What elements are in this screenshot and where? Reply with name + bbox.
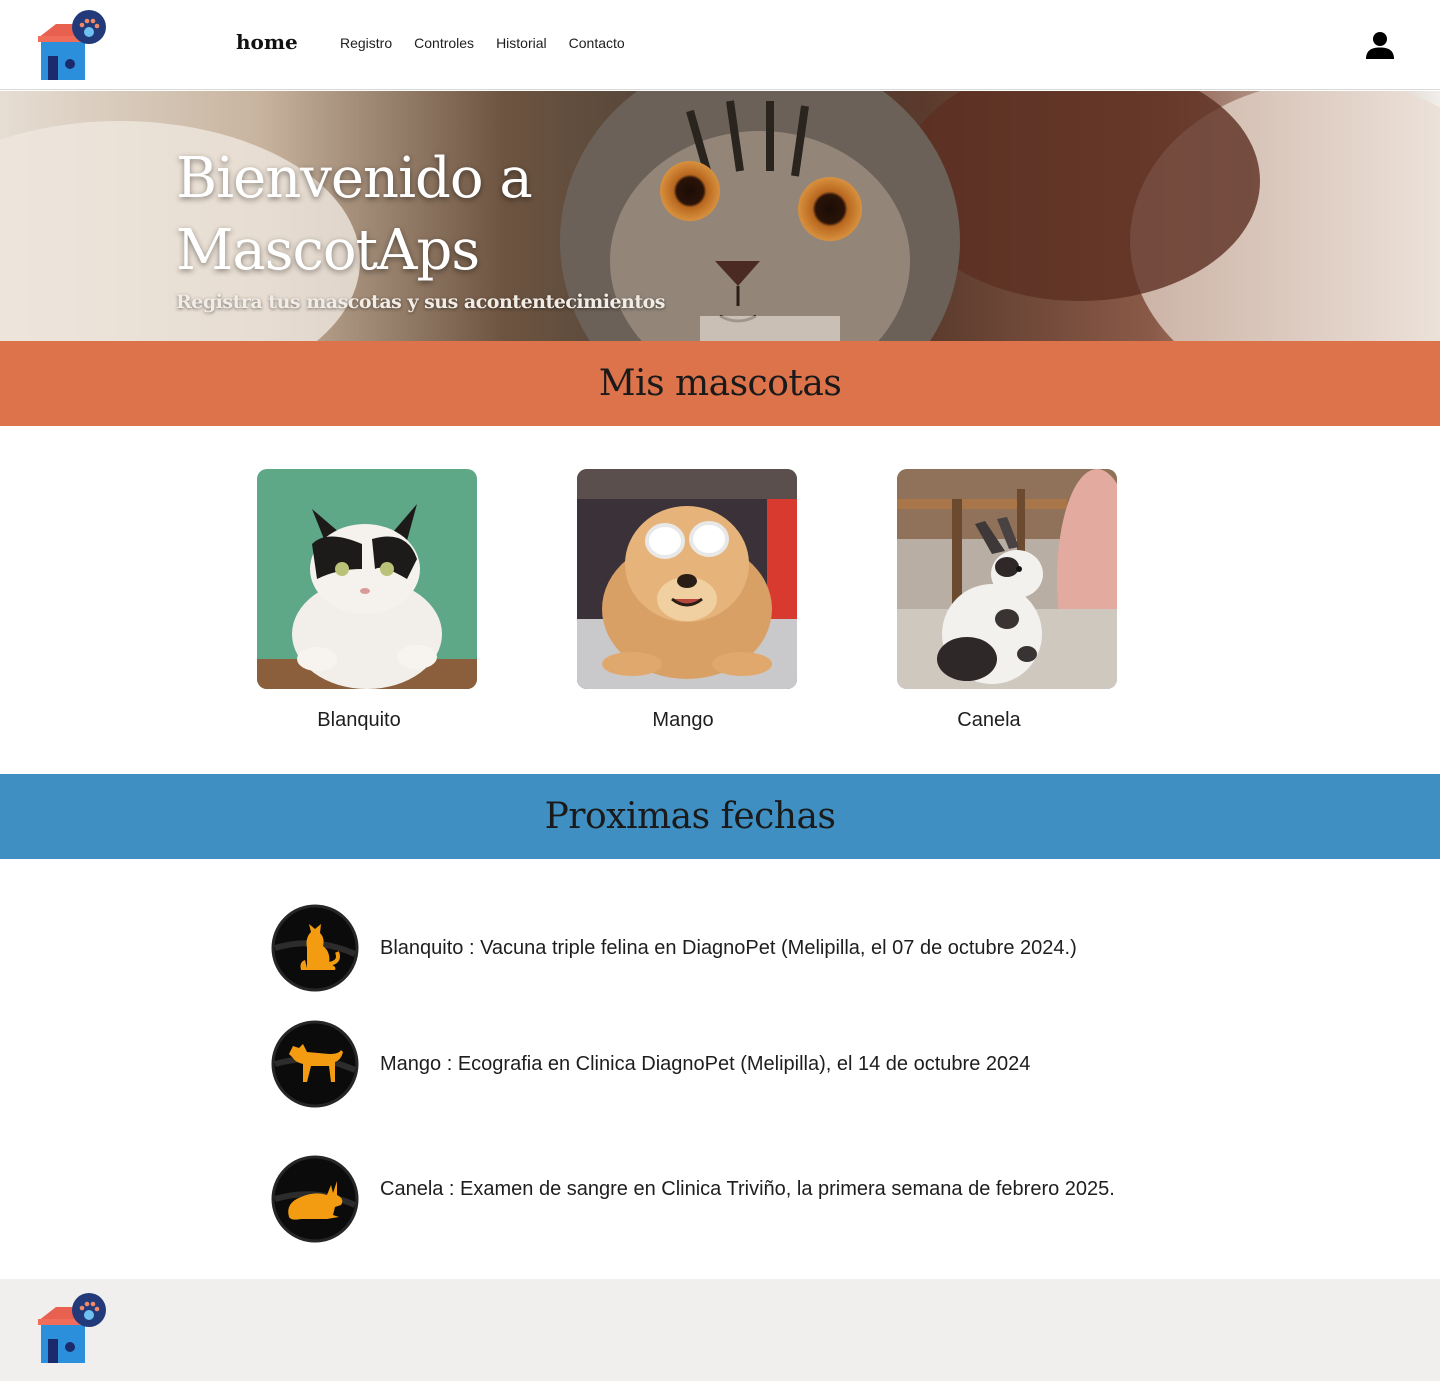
pet-name-canela: Canela [957, 709, 1021, 731]
pet-photo-blanquito[interactable] [257, 469, 477, 689]
hero-title: Bienvenido a MascotAps [176, 146, 533, 283]
rabbit-photo [897, 469, 1117, 689]
pet-name-mango: Mango [652, 709, 714, 731]
pet-house-logo-icon[interactable] [34, 1293, 110, 1365]
nav-registro[interactable]: Registro [340, 35, 392, 51]
event-item: Mango : Ecografia en Clinica DiagnoPet (… [271, 1020, 1151, 1108]
nav-historial[interactable]: Historial [496, 35, 547, 51]
hero-banner: Bienvenido a MascotAps Registra tus masc… [0, 91, 1440, 341]
pet-card-blanquito[interactable]: Blanquito [257, 469, 477, 731]
user-account-icon[interactable] [1364, 29, 1396, 61]
cat-icon [271, 904, 359, 992]
cat-photo [257, 469, 477, 689]
nav-contacto[interactable]: Contacto [569, 35, 625, 51]
events-section-header: Proximas fechas [0, 774, 1440, 859]
event-text: Mango : Ecografia en Clinica DiagnoPet (… [380, 1053, 1031, 1075]
pet-photo-mango[interactable] [577, 469, 797, 689]
event-text: Blanquito : Vacuna triple felina en Diag… [380, 937, 1077, 959]
rabbit-icon [271, 1155, 359, 1243]
dog-icon [271, 1020, 359, 1108]
event-item: Blanquito : Vacuna triple felina en Diag… [271, 904, 1151, 992]
pet-photo-canela[interactable] [897, 469, 1117, 689]
pet-name-blanquito: Blanquito [317, 709, 401, 731]
dog-photo [577, 469, 797, 689]
event-item: Canela : Examen de sangre en Clinica Tri… [271, 1155, 1151, 1243]
events-section-title: Proximas fechas [544, 796, 836, 837]
site-footer [0, 1279, 1440, 1381]
site-header: home Registro Controles Historial Contac… [0, 0, 1440, 90]
pet-house-logo-icon[interactable] [34, 10, 110, 82]
hero-subtitle: Registra tus mascotas y sus acontentecim… [176, 291, 666, 313]
event-text: Canela : Examen de sangre en Clinica Tri… [380, 1178, 1115, 1200]
home-link[interactable]: home [236, 30, 298, 54]
pets-section-header: Mis mascotas [0, 341, 1440, 426]
pets-section-title: Mis mascotas [598, 363, 842, 404]
nav-controles[interactable]: Controles [414, 35, 474, 51]
pet-card-canela[interactable]: Canela [897, 469, 1117, 731]
pet-card-mango[interactable]: Mango [577, 469, 797, 731]
main-nav: Registro Controles Historial Contacto [340, 35, 647, 51]
